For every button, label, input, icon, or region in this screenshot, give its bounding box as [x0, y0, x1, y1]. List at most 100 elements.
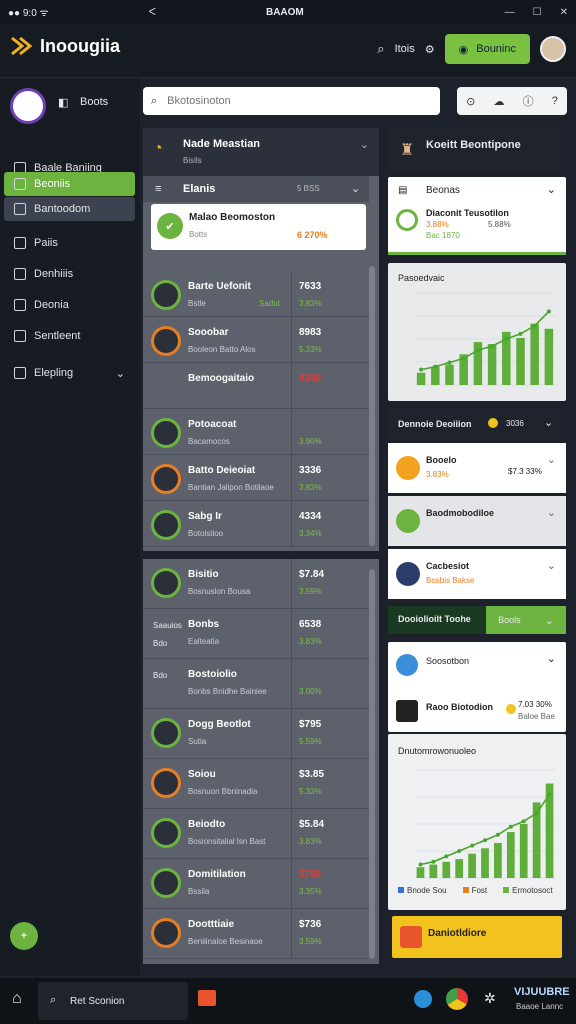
chevron-down-icon[interactable]: ⌄ — [360, 138, 369, 151]
right-list: Booelo 3.83% $7.3 33% ⌄ Baodmobodiloe ⌄ Cacbes… — [388, 443, 566, 603]
bar — [481, 848, 489, 878]
chevron-down-icon[interactable]: ⌄ — [547, 506, 556, 519]
section-header[interactable]: ≡ Elanis 5 BSS ⌄ — [143, 176, 369, 202]
cta-label: Bouninc — [476, 43, 516, 55]
list-row[interactable]: Bostoiolio Bonbs Bnidhe Bainiee 3.00% Bdo — [143, 659, 369, 709]
green-bar[interactable]: Dooiolioilt Toohe Bools ⌄ — [388, 606, 566, 634]
profile-avatar[interactable] — [10, 88, 46, 124]
person-icon: ♜ — [400, 142, 415, 159]
chevron-down-icon[interactable]: ⌄ — [547, 453, 556, 466]
taskbar-search[interactable]: ⌕ Ret Sconion — [38, 982, 188, 1020]
sidebar-item[interactable]: Sentleent — [4, 324, 135, 348]
item-title: Baodmobodiloe — [426, 508, 494, 518]
list-row[interactable]: Sabg Ir Botolstioo 4334 3.34% — [143, 501, 369, 547]
row-v1: 6538 — [299, 619, 322, 630]
divider — [291, 559, 292, 608]
list-row[interactable]: Beiodto Bosionsitalial lsn Bast $5.84 3.83% — [143, 809, 369, 859]
scrollbar[interactable] — [369, 266, 375, 546]
row-v2: 3.59% — [299, 937, 322, 946]
sidebar-item[interactable]: Denhiiis — [4, 262, 135, 286]
chevron-down-icon[interactable]: ⌄ — [547, 183, 556, 196]
right-title: Koeitt Beontipone — [426, 139, 521, 151]
add-fab-button[interactable]: + — [10, 922, 38, 950]
list-row[interactable]: Dogg Beotlot Sutia $795 5.59% — [143, 709, 369, 759]
card1-title: Beonas — [426, 185, 460, 196]
dropdown-bar[interactable]: Dennoie Deoiiion 3036 ⌄ — [388, 409, 566, 441]
mid-header[interactable]: ◔ Nade Meastian Bisils ⌄ — [143, 128, 379, 176]
user-avatar[interactable] — [540, 36, 566, 62]
help-icon[interactable]: ? — [552, 95, 558, 107]
scrollbar[interactable] — [369, 569, 375, 959]
highlight-card[interactable]: ✔ Malao Beomoston Botts 6 270% — [151, 204, 366, 250]
trend-point — [521, 819, 526, 824]
sidebar-item[interactable]: Beoniis — [4, 172, 135, 196]
chevron-down-icon[interactable]: ⌄ — [547, 652, 556, 665]
item-icon — [396, 456, 420, 480]
info-icon[interactable]: ⓘ — [523, 93, 534, 109]
cta-button[interactable]: ◉ Bouninc — [444, 34, 530, 64]
mid-subtitle: Bisils — [183, 156, 202, 165]
sidebar-item[interactable]: Deonia — [4, 293, 135, 317]
chevron-down-icon[interactable]: ⌄ — [547, 559, 556, 572]
card2-val2: Baloe Bae — [518, 712, 555, 721]
green-bar-button[interactable]: Bools ⌄ — [486, 606, 566, 634]
trend-point — [490, 344, 495, 349]
search-input[interactable] — [165, 94, 416, 108]
sidebar-item[interactable]: Bantoodom — [4, 197, 135, 221]
summary-card[interactable]: ▤ Beonas ⌄ Diaconit Teusotilon 3.88% Bac… — [388, 177, 566, 255]
right-list-item[interactable]: Cacbesiot Bosbis Bakse ⌄ — [388, 549, 566, 599]
chevron-down-icon[interactable]: ⌄ — [544, 416, 553, 429]
list-row[interactable]: Sooobar Booleon Batto Alos 8983 5.33% — [143, 317, 369, 363]
settings-icon[interactable]: ⚙ — [425, 43, 435, 56]
search-bar[interactable]: ⌕ — [143, 87, 440, 115]
header-link[interactable]: Itois — [395, 43, 415, 55]
row-title: Potoacoat — [188, 419, 237, 430]
list-row[interactable]: Bonbs Ealteatia 6538 3.83% Saauios Bdo — [143, 609, 369, 659]
cloud-icon[interactable]: ☁ — [493, 95, 504, 108]
dropdown-value: 3036 — [506, 419, 524, 428]
list-row[interactable]: Bisitio Bosnuslon Bousa $7.84 3.59% — [143, 559, 369, 609]
close-icon[interactable]: ✕ — [560, 7, 568, 18]
back-icon[interactable]: ᐸ — [149, 7, 156, 18]
app-icon[interactable] — [198, 990, 216, 1006]
trend-point — [547, 792, 552, 797]
maximize-icon[interactable]: ☐ — [533, 7, 542, 18]
card-accent — [388, 252, 566, 255]
right-list-item[interactable]: Booelo 3.83% $7.3 33% ⌄ — [388, 443, 566, 493]
list-row[interactable]: Dootttiaie Beniiinaloe Besinaoe $736 3.59% — [143, 909, 369, 959]
notification-icon[interactable] — [414, 990, 432, 1008]
mid-title: Nade Meastian — [183, 138, 261, 150]
minimize-icon[interactable]: — — [505, 7, 515, 18]
right-header[interactable]: ♜ Koeitt Beontipone — [388, 128, 566, 172]
bar — [506, 832, 515, 878]
chevron-down-icon[interactable]: ⌄ — [351, 182, 360, 195]
browser-icon[interactable] — [446, 988, 468, 1010]
chat-icon: ◉ — [458, 43, 469, 56]
list-row[interactable]: Potoacoat Bacamocos 3.90% — [143, 409, 369, 455]
list-row[interactable]: Domitilation Bssila $706 3.35% — [143, 859, 369, 909]
promo-banner[interactable]: Daniotldiore — [392, 916, 562, 958]
list-row[interactable]: Batto Deieoiat Bantian Jalipon Botilaoe 33… — [143, 455, 369, 501]
list-row[interactable]: Soiou Bosnuon Bbninadia $3.85 5.33% — [143, 759, 369, 809]
nav-icon — [14, 268, 26, 280]
sidebar-item-label: Paiis — [34, 237, 58, 249]
row-sub: Beniiinaloe Besinaoe — [188, 937, 263, 946]
refresh-icon[interactable]: ⊙ — [466, 95, 475, 108]
home-icon[interactable]: ⌂ — [12, 990, 22, 1008]
sidebar-item[interactable]: Elepling ⌄ — [4, 361, 135, 385]
item-icon — [396, 509, 420, 533]
item-title: Booelo — [426, 455, 457, 465]
section-value: 5 BSS — [297, 184, 320, 193]
right-list-item[interactable]: Baodmobodiloe ⌄ — [388, 496, 566, 546]
list-row[interactable]: Barte Uefonit Bstle 7633 3.83% Sadut — [143, 271, 369, 317]
sidebar-item[interactable]: Paiis — [4, 231, 135, 255]
row-sub: Bonbs Bnidhe Bainiee — [188, 687, 267, 696]
bar — [445, 364, 454, 385]
list-row[interactable]: Bemoogaitaio 4390 — [143, 363, 369, 409]
settings-icon[interactable]: ✲ — [484, 990, 496, 1007]
app-logo[interactable]: Inoougiia — [10, 34, 120, 58]
search-icon[interactable]: ⌕ — [377, 41, 384, 57]
detail-card[interactable]: Soosotbon ⌄ Raoo Biotodion 7.03 30% Balo… — [388, 642, 566, 732]
app-name: Inoougiia — [40, 35, 120, 56]
check-icon — [151, 280, 181, 310]
